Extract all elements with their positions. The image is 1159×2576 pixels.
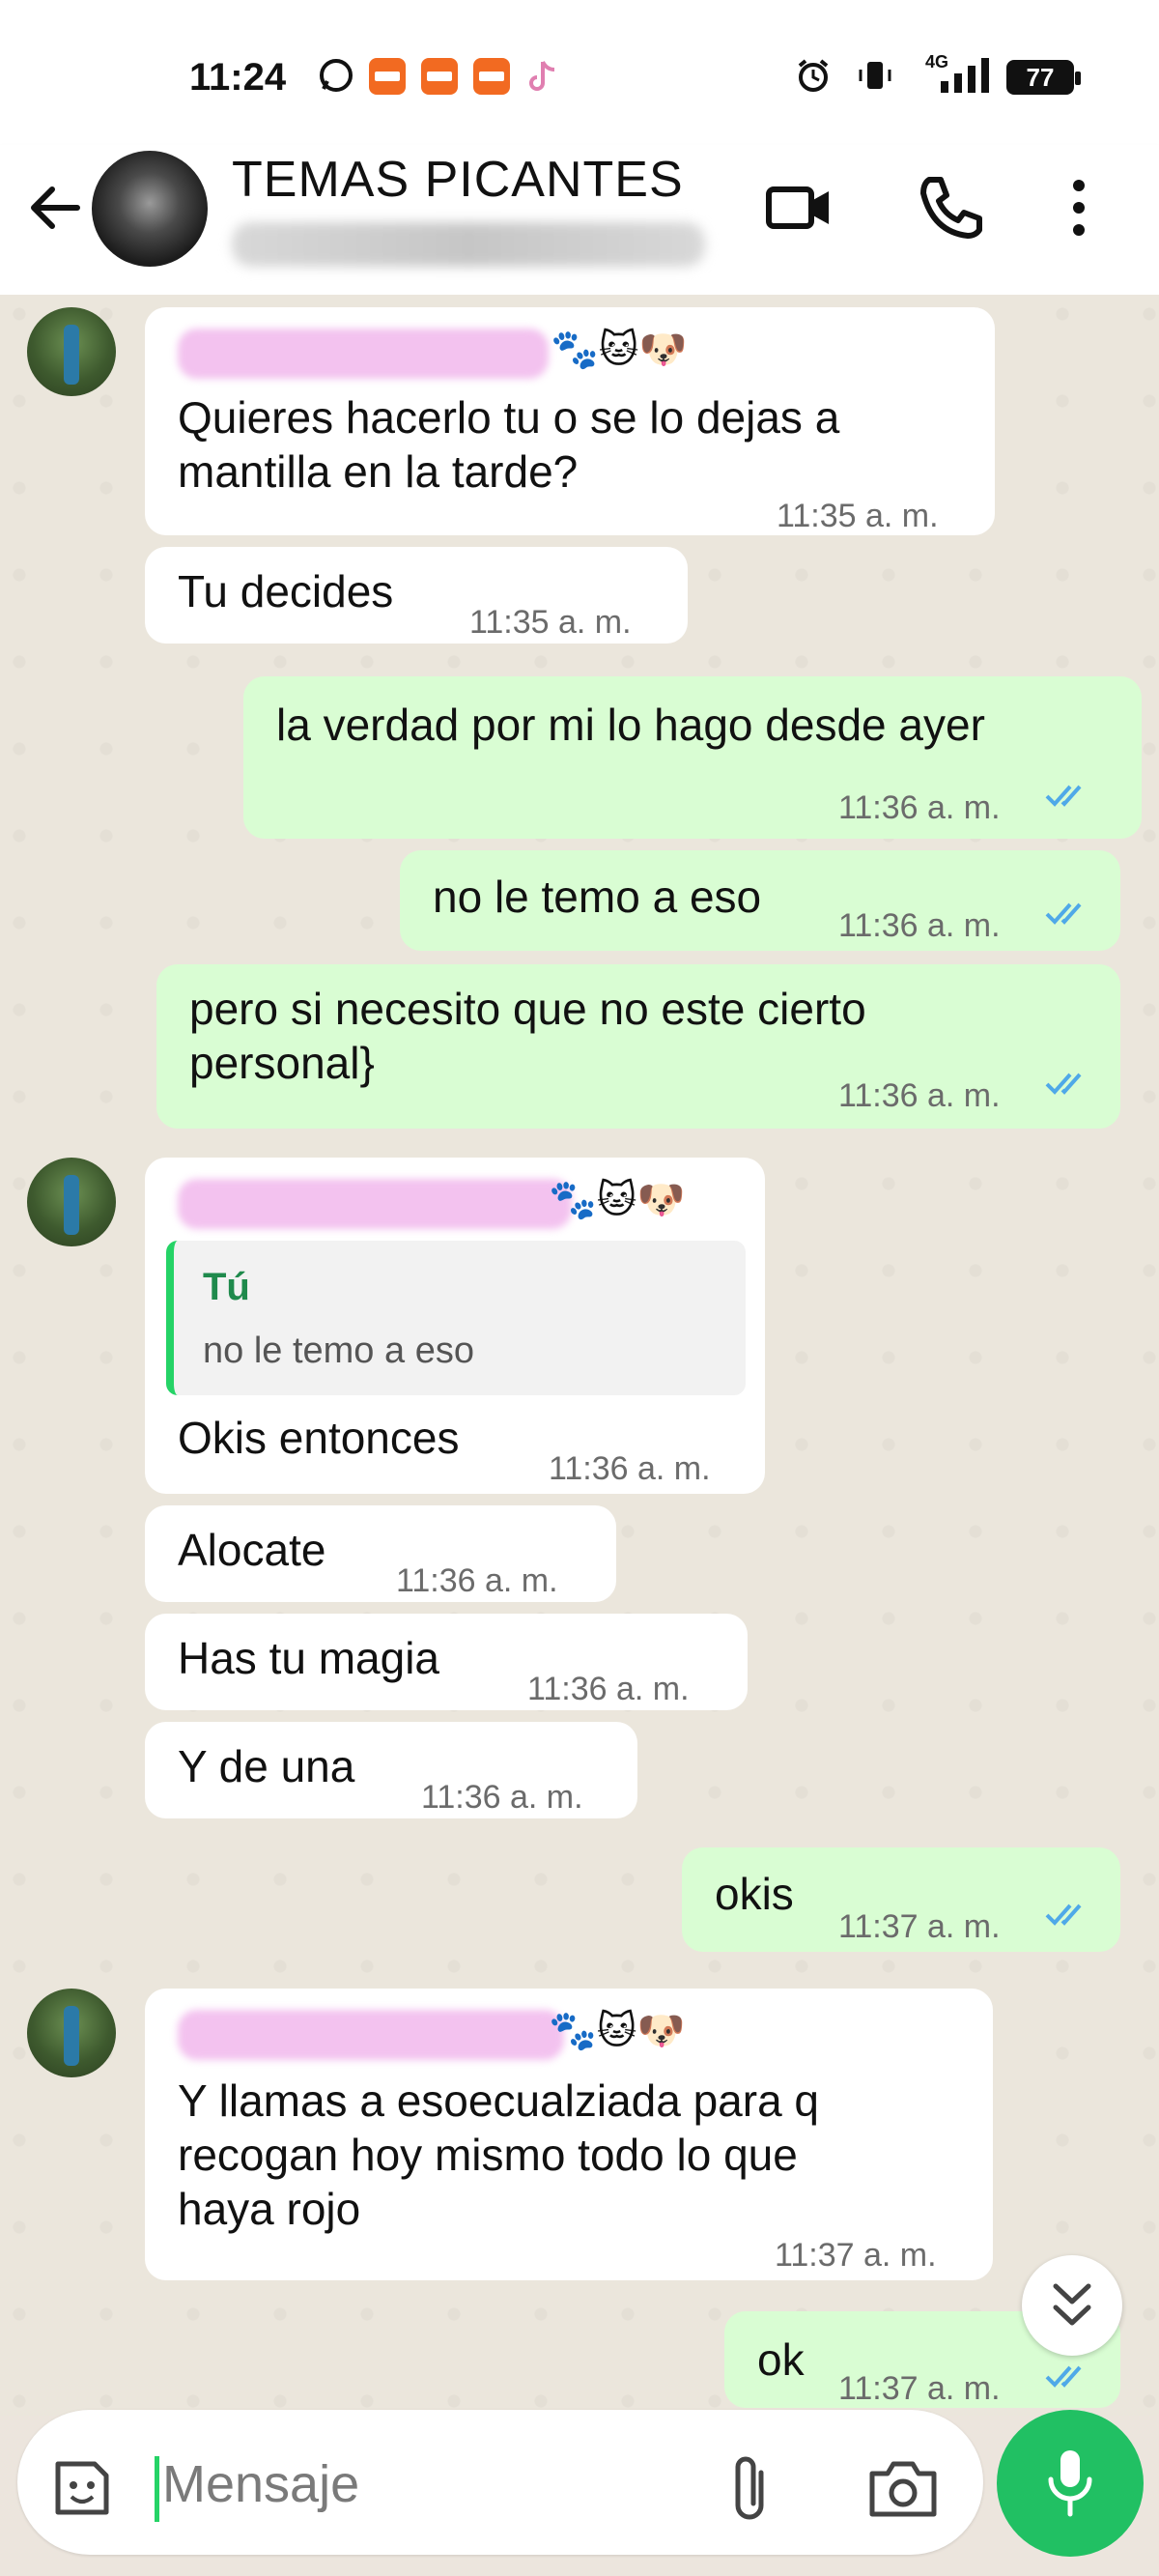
read-ticks-icon <box>1045 785 1082 807</box>
vibrate-icon <box>859 62 891 89</box>
alarm-icon <box>798 59 829 92</box>
notification-app-icon <box>369 58 406 95</box>
status-bar: 11:24 4G 77 <box>0 0 1159 145</box>
signal-icon <box>941 58 989 93</box>
message-text: la verdad por mi lo hago desde ayer <box>276 700 985 750</box>
more-options-icon[interactable] <box>1045 164 1113 251</box>
message-time: 11:37 a. m. <box>838 1908 1001 1945</box>
message-bubble-outgoing[interactable]: no le temo a eso 11:36 a. m. <box>400 850 1120 951</box>
sender-avatar[interactable] <box>27 1158 116 1246</box>
quoted-author: Tú <box>203 1266 250 1308</box>
sender-name-blurred <box>178 2010 564 2060</box>
message-time: 11:36 a. m. <box>838 789 1001 826</box>
message-bubble-incoming[interactable]: Y de una 11:36 a. m. <box>145 1722 637 1818</box>
message-text: Has tu magia <box>178 1633 440 1683</box>
sender-name-blurred <box>178 329 549 379</box>
message-bubble-outgoing[interactable]: la verdad por mi lo hago desde ayer 11:3… <box>243 676 1142 839</box>
back-arrow-icon[interactable] <box>21 174 89 242</box>
read-ticks-icon <box>1045 2365 1082 2388</box>
message-time: 11:36 a. m. <box>396 1562 558 1599</box>
sticker-icon[interactable] <box>48 2454 116 2522</box>
message-bubble-incoming[interactable]: Tu decides 11:35 a. m. <box>145 547 688 644</box>
message-text: Y llamas a esoecualziada para q recogan … <box>178 2075 820 2234</box>
battery-indicator: 77 <box>1006 60 1081 95</box>
message-bubble-incoming[interactable]: 🐾🐱🐶 Tú no le temo a eso Okis entonces 11… <box>145 1158 765 1494</box>
camera-icon[interactable] <box>864 2454 942 2522</box>
sender-emojis: 🐾🐱🐶 <box>549 1179 686 1221</box>
sender-avatar[interactable] <box>27 307 116 396</box>
message-time: 11:36 a. m. <box>838 907 1001 944</box>
message-text: Y de una <box>178 1741 355 1791</box>
read-ticks-icon <box>1045 902 1082 925</box>
quoted-message[interactable]: Tú no le temo a eso <box>166 1241 746 1395</box>
message-time: 11:36 a. m. <box>838 1077 1001 1114</box>
scroll-down-icon <box>1053 2283 1091 2326</box>
message-time: 11:35 a. m. <box>777 498 939 534</box>
mic-icon <box>1048 2450 1092 2517</box>
message-bubble-incoming[interactable]: Alocate 11:36 a. m. <box>145 1505 616 1602</box>
notification-app-icon <box>421 58 458 95</box>
message-text: Quieres hacerlo tu o se lo dejas a manti… <box>178 392 840 497</box>
message-time: 11:36 a. m. <box>527 1671 690 1707</box>
read-ticks-icon <box>1045 1073 1082 1095</box>
message-bubble-outgoing[interactable]: okis 11:37 a. m. <box>682 1847 1120 1952</box>
message-bubble-incoming[interactable]: 🐾🐱🐶 Quieres hacerlo tu o se lo dejas a m… <box>145 307 995 535</box>
message-time: 11:36 a. m. <box>421 1779 583 1816</box>
whatsapp-icon <box>320 59 353 92</box>
message-text: ok <box>757 2334 805 2385</box>
message-text: no le temo a eso <box>433 872 762 922</box>
read-ticks-icon <box>1045 1903 1082 1926</box>
quoted-text: no le temo a eso <box>203 1331 474 1371</box>
message-input[interactable]: Mensaje <box>162 2454 359 2514</box>
voice-message-button[interactable] <box>997 2410 1144 2557</box>
message-text: pero si necesito que no este cierto pers… <box>189 984 866 1088</box>
tiktok-icon <box>529 61 555 91</box>
message-text: Alocate <box>178 1525 326 1575</box>
message-time: 11:37 a. m. <box>838 2370 1001 2407</box>
sender-emojis: 🐾🐱🐶 <box>551 329 688 371</box>
text-caret <box>155 2456 159 2522</box>
message-bubble-incoming[interactable]: 🐾🐱🐶 Y llamas a esoecualziada para q reco… <box>145 1989 993 2280</box>
scroll-to-bottom-button[interactable] <box>1022 2255 1122 2356</box>
message-text: okis <box>715 1869 794 1919</box>
chat-header: TEMAS PICANTES <box>0 145 1159 295</box>
group-avatar[interactable] <box>92 151 208 267</box>
notification-app-icon <box>473 58 510 95</box>
sender-emojis: 🐾🐱🐶 <box>549 2010 686 2052</box>
message-time: 11:35 a. m. <box>469 604 632 641</box>
sender-avatar[interactable] <box>27 1989 116 2077</box>
attach-icon[interactable] <box>722 2449 780 2527</box>
status-time: 11:24 <box>189 56 287 99</box>
participants-subtitle-blurred <box>232 222 705 267</box>
message-bubble-outgoing[interactable]: pero si necesito que no este cierto pers… <box>156 964 1120 1129</box>
chat-title[interactable]: TEMAS PICANTES <box>232 151 684 209</box>
video-call-icon[interactable] <box>755 164 842 251</box>
sender-name-blurred <box>178 1179 572 1229</box>
message-time: 11:36 a. m. <box>549 1450 711 1487</box>
phone-icon[interactable] <box>908 164 995 251</box>
message-bubble-incoming[interactable]: Has tu magia 11:36 a. m. <box>145 1614 748 1710</box>
message-time: 11:37 a. m. <box>775 2237 937 2274</box>
message-text: Okis entonces <box>178 1413 460 1463</box>
message-text: Tu decides <box>178 566 394 616</box>
